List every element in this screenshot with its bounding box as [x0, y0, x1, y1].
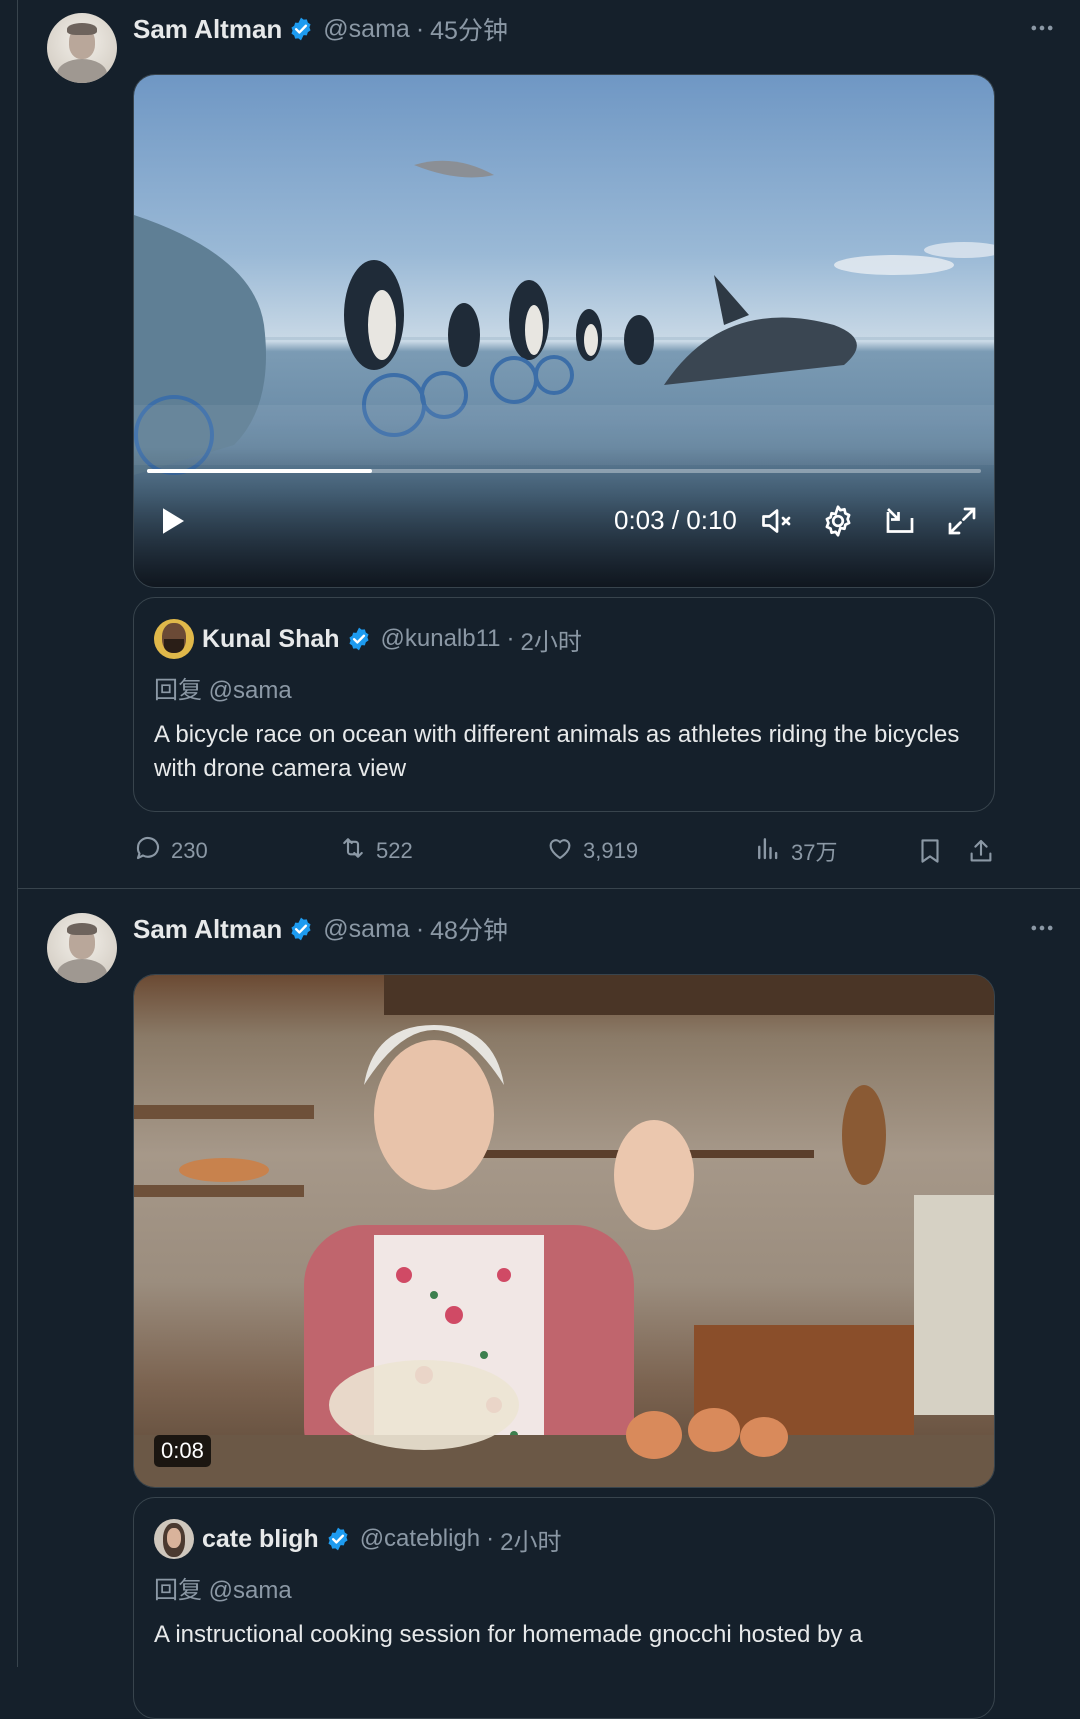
timestamp[interactable]: 45分钟 [430, 11, 508, 47]
author-handle[interactable]: @sama [323, 915, 410, 944]
timestamp[interactable]: 2小时 [521, 622, 582, 657]
quoted-tweet[interactable]: cate bligh @catebligh · 2小时 回复 @sama A i… [133, 1497, 995, 1719]
views-icon [753, 833, 791, 869]
author-handle[interactable]: @sama [323, 15, 410, 44]
fullscreen-icon[interactable] [944, 503, 980, 544]
reply-to-label[interactable]: 回复 @sama [154, 1570, 292, 1605]
avatar[interactable] [47, 13, 117, 83]
verified-badge-icon [288, 916, 314, 942]
reply-icon [133, 833, 171, 869]
retweet-count: 522 [376, 838, 413, 863]
reply-to-label[interactable]: 回复 @sama [154, 670, 292, 705]
retweet-button[interactable]: 522 [338, 834, 413, 868]
retweet-icon [338, 833, 376, 869]
verified-badge-icon [288, 16, 314, 42]
dot-separator: · [415, 14, 425, 43]
author-handle[interactable]: @kunalb11 [381, 625, 501, 653]
quote-text: A instructional cooking session for home… [154, 1621, 863, 1648]
mute-icon[interactable] [759, 503, 795, 544]
dot-separator: · [506, 625, 515, 652]
tweet[interactable]: Sam Altman @sama · 45分钟 0:03 / 0:10 Kuna… [18, 0, 1080, 889]
like-button[interactable]: 3,919 [545, 834, 638, 868]
views-count: 37万 [791, 840, 838, 865]
video-controls-overlay [134, 447, 994, 587]
author-name[interactable]: Sam Altman [133, 14, 282, 45]
verified-badge-icon [325, 1526, 351, 1552]
video-progress-bar[interactable] [147, 469, 981, 473]
reply-count: 230 [171, 838, 208, 863]
dot-separator: · [486, 1525, 495, 1552]
quote-header: Kunal Shah @kunalb11 · 2小时 [154, 618, 582, 660]
avatar[interactable] [154, 619, 194, 659]
video-duration-badge: 0:08 [154, 1435, 211, 1467]
quoted-tweet[interactable]: Kunal Shah @kunalb11 · 2小时 回复 @sama A bi… [133, 597, 995, 812]
tweet-header: Sam Altman @sama · 45分钟 [133, 11, 508, 47]
bookmark-icon[interactable] [915, 834, 953, 868]
avatar[interactable] [47, 913, 117, 983]
video-player[interactable]: 0:08 [133, 974, 995, 1488]
timestamp[interactable]: 48分钟 [430, 911, 508, 947]
share-icon[interactable] [966, 834, 1004, 868]
author-name[interactable]: cate bligh [202, 1525, 319, 1554]
tweet-header: Sam Altman @sama · 48分钟 [133, 911, 508, 947]
tweet-actions: 230 522 3,919 37万 [133, 834, 993, 868]
quote-text: A bicycle race on ocean with different a… [154, 721, 960, 782]
dot-separator: · [415, 914, 425, 943]
settings-icon[interactable] [820, 503, 856, 544]
play-icon[interactable] [154, 503, 190, 544]
avatar[interactable] [154, 1519, 194, 1559]
author-name[interactable]: Sam Altman [133, 914, 282, 945]
quote-header: cate bligh @catebligh · 2小时 [154, 1518, 561, 1560]
author-name[interactable]: Kunal Shah [202, 625, 340, 654]
timestamp[interactable]: 2小时 [500, 1522, 561, 1557]
author-handle[interactable]: @catebligh [360, 1525, 480, 1553]
video-player[interactable]: 0:03 / 0:10 [133, 74, 995, 588]
like-count: 3,919 [583, 838, 639, 863]
more-icon[interactable] [1028, 914, 1056, 949]
video-progress-fill [147, 469, 373, 473]
tweet[interactable]: Sam Altman @sama · 48分钟 0:08 cate bligh … [18, 889, 1080, 1719]
views-button[interactable]: 37万 [753, 834, 837, 868]
video-time: 0:03 / 0:10 [614, 505, 737, 535]
pip-icon[interactable] [882, 503, 918, 544]
more-icon[interactable] [1028, 14, 1056, 49]
like-icon [545, 833, 583, 869]
video-frame [134, 975, 994, 1487]
verified-badge-icon [346, 626, 372, 652]
video-thumbnail [134, 975, 994, 1487]
timeline: Sam Altman @sama · 45分钟 0:03 / 0:10 Kuna… [17, 0, 1080, 1719]
reply-button[interactable]: 230 [133, 834, 208, 868]
